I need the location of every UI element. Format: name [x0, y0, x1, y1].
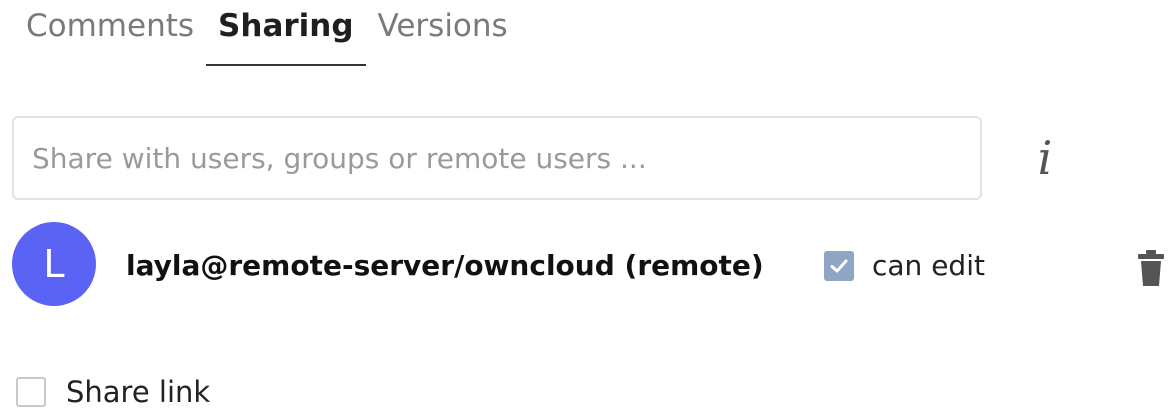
- tab-sharing[interactable]: Sharing: [206, 0, 366, 66]
- share-recipient-name: layla@remote-server/owncloud (remote): [126, 249, 764, 282]
- tab-bar: Comments Sharing Versions: [14, 0, 520, 68]
- can-edit-checkbox[interactable]: [824, 251, 854, 281]
- avatar: L: [12, 222, 96, 306]
- sharing-panel: Comments Sharing Versions i L layla@remo…: [0, 0, 1172, 409]
- share-link-checkbox[interactable]: [16, 377, 46, 407]
- trash-icon[interactable]: [1136, 248, 1166, 288]
- info-icon[interactable]: i: [1030, 132, 1060, 184]
- tab-versions[interactable]: Versions: [366, 0, 520, 68]
- share-link-label: Share link: [66, 375, 211, 409]
- tab-comments[interactable]: Comments: [14, 0, 206, 68]
- share-with-input[interactable]: [12, 116, 982, 200]
- check-icon: [830, 259, 848, 273]
- share-link-option[interactable]: Share link: [16, 370, 210, 409]
- can-edit-label: can edit: [872, 249, 985, 282]
- can-edit-permission[interactable]: can edit: [824, 244, 985, 288]
